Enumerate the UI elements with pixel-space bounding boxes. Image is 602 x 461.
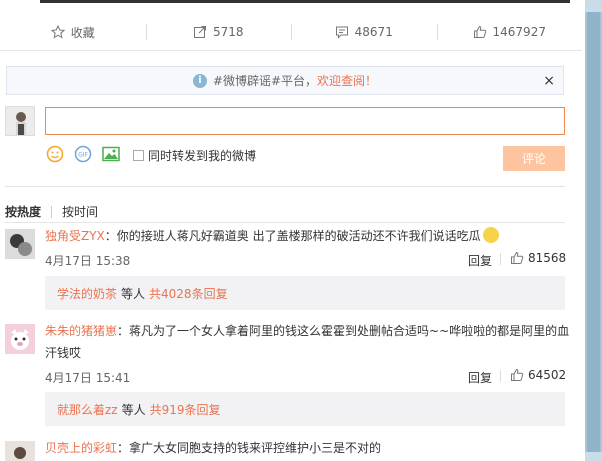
comment-icon bbox=[335, 25, 349, 39]
repost-count: 5718 bbox=[212, 25, 244, 39]
sub-reply-label: 等人 bbox=[121, 402, 146, 417]
comment-time: 4月17日 15:41 bbox=[45, 371, 131, 385]
sub-reply-user[interactable]: 就那么着zz bbox=[57, 401, 118, 418]
comment-time: 4月17日 15:38 bbox=[45, 254, 131, 268]
scroll-up-arrow[interactable] bbox=[585, 0, 602, 12]
comment-text: 朱朱的猪猪崽：蒋凡为了一个女人拿着阿里的钱这么霍霍到处删帖合适吗~~哗啦啦的都是… bbox=[45, 320, 575, 364]
comment-body: ：蒋凡为了一个女人拿着阿里的钱这么霍霍到处删帖合适吗~~哗啦啦的都是阿里的血汗钱… bbox=[45, 324, 570, 360]
notice-link[interactable]: 欢迎查阅！ bbox=[317, 72, 377, 89]
sub-reply-label: 等人 bbox=[121, 286, 146, 301]
divider bbox=[5, 222, 565, 223]
star-icon bbox=[50, 25, 65, 39]
sub-reply-count[interactable]: 共4028条回复 bbox=[149, 285, 228, 302]
sub-replies[interactable]: 就那么着zz 等人 共919条回复 bbox=[45, 392, 565, 426]
thumbs-up-icon bbox=[511, 368, 524, 381]
svg-text:GIF: GIF bbox=[78, 152, 88, 159]
submit-comment-button[interactable]: 评论 bbox=[503, 146, 565, 171]
tab-sort-hot[interactable]: 按热度 bbox=[5, 203, 41, 220]
reply-button[interactable]: 回复 bbox=[468, 369, 492, 386]
image-icon[interactable] bbox=[101, 145, 121, 163]
thumbs-up-icon bbox=[473, 25, 487, 39]
thumbs-up-icon bbox=[511, 251, 524, 264]
commenter-avatar[interactable] bbox=[5, 324, 35, 354]
emoji-icon bbox=[482, 227, 499, 243]
comment-like-button[interactable]: 81568 bbox=[500, 251, 567, 265]
favorite-label: 收藏 bbox=[70, 25, 95, 40]
emoji-icon[interactable] bbox=[45, 145, 65, 163]
favorite-button[interactable]: 收藏 bbox=[0, 18, 146, 46]
notice-tag[interactable]: #微博辟谣#平台， bbox=[213, 72, 317, 89]
commenter-avatar[interactable] bbox=[5, 441, 35, 461]
close-icon[interactable]: × bbox=[543, 73, 555, 89]
rumor-notice: i #微博辟谣#平台， 欢迎查阅！ × bbox=[6, 66, 564, 95]
sub-reply-count[interactable]: 共919条回复 bbox=[150, 401, 221, 418]
comment-body: ：拿广大女同胞支持的钱来评控维护小三是不对的 bbox=[117, 441, 382, 455]
divider bbox=[5, 186, 565, 187]
comment-user[interactable]: 朱朱的猪猪崽 bbox=[45, 324, 117, 338]
info-icon: i bbox=[192, 73, 207, 88]
repost-icon bbox=[193, 25, 207, 39]
comment-user[interactable]: 独角受ZYX bbox=[45, 229, 105, 243]
reply-button[interactable]: 回复 bbox=[468, 252, 492, 269]
gif-icon[interactable]: GIF bbox=[73, 145, 93, 163]
comment-like-button[interactable]: 64502 bbox=[500, 368, 567, 382]
comment-count: 48671 bbox=[354, 25, 393, 39]
sub-replies[interactable]: 学法的奶茶 等人 共4028条回复 bbox=[45, 276, 565, 310]
forward-checkbox[interactable] bbox=[133, 150, 144, 161]
comment-input[interactable] bbox=[45, 107, 565, 135]
action-bar: 收藏 5718 48671 1467927 bbox=[0, 18, 582, 46]
my-avatar[interactable] bbox=[5, 106, 35, 136]
comment-like-count: 64502 bbox=[528, 368, 567, 382]
forward-label: 同时转发到我的微博 bbox=[148, 149, 257, 163]
comment-text: 贝壳上的彩虹：拿广大女同胞支持的钱来评控维护小三是不对的 bbox=[45, 437, 575, 459]
commenter-avatar[interactable] bbox=[5, 229, 35, 259]
forward-option[interactable]: 同时转发到我的微博 bbox=[133, 147, 256, 164]
comment-text: 独角受ZYX：你的接班人蒋凡好霸道奥 出了盖楼那样的破活动还不许我们说话吃瓜 bbox=[45, 225, 575, 247]
top-edge-bar bbox=[40, 0, 570, 3]
comment-user[interactable]: 贝壳上的彩虹 bbox=[45, 441, 117, 455]
tab-separator bbox=[51, 205, 53, 218]
tab-sort-time[interactable]: 按时间 bbox=[62, 203, 98, 220]
like-count: 1467927 bbox=[492, 25, 546, 39]
comment-like-count: 81568 bbox=[528, 251, 567, 265]
sort-tabs: 按热度 按时间 bbox=[5, 203, 98, 220]
divider bbox=[0, 50, 582, 51]
scroll-down-arrow[interactable] bbox=[585, 452, 602, 461]
repost-button[interactable]: 5718 bbox=[145, 18, 292, 46]
sub-reply-user[interactable]: 学法的奶茶 bbox=[57, 285, 117, 302]
divider bbox=[500, 253, 501, 265]
comment-body: ：你的接班人蒋凡好霸道奥 出了盖楼那样的破活动还不许我们说话吃瓜 bbox=[104, 229, 481, 243]
scrollbar-thumb[interactable] bbox=[587, 12, 600, 452]
like-button[interactable]: 1467927 bbox=[436, 18, 583, 46]
divider bbox=[500, 370, 501, 382]
comment-button[interactable]: 48671 bbox=[291, 18, 437, 46]
